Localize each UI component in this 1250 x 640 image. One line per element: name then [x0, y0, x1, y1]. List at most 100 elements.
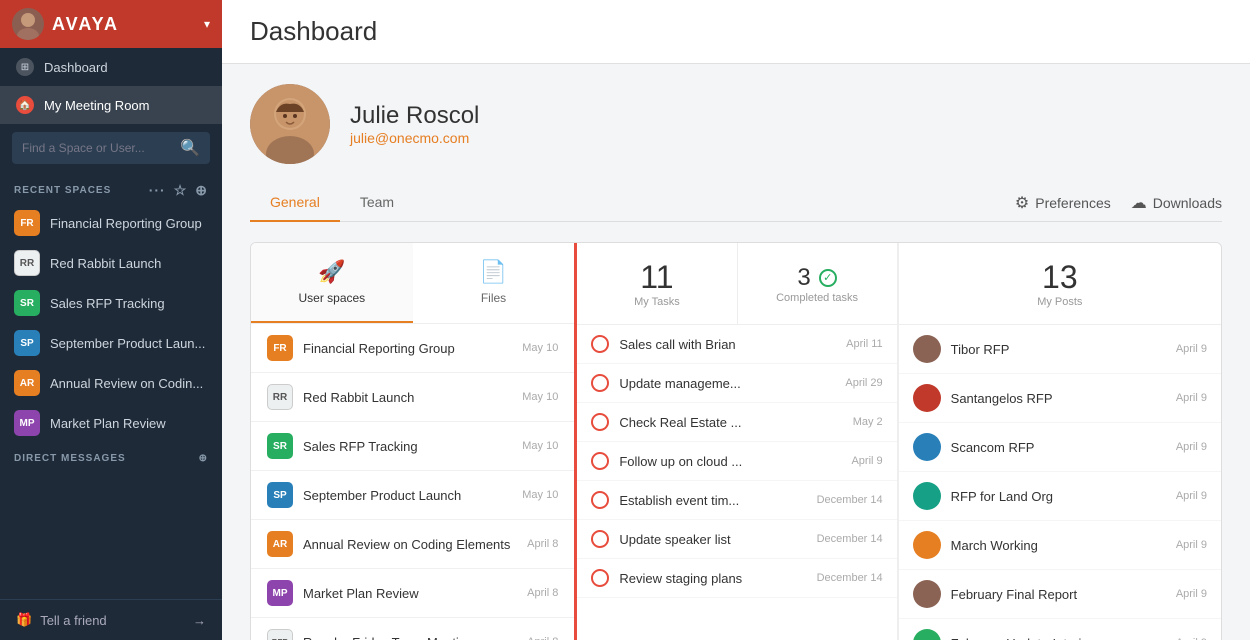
space-date: April 8 — [527, 587, 558, 599]
task-item[interactable]: Sales call with Brian April 11 — [577, 325, 896, 364]
task-checkbox[interactable] — [591, 530, 609, 548]
search-bar[interactable]: 🔍 — [12, 132, 210, 164]
task-item[interactable]: Check Real Estate ... May 2 — [577, 403, 896, 442]
meeting-room-icon: 🏠 — [16, 96, 34, 114]
user-spaces-tab[interactable]: 🚀 User spaces — [251, 243, 413, 323]
post-item[interactable]: Tibor RFP April 9 — [899, 325, 1221, 374]
space-name: Regular Friday Team Meeting — [303, 635, 473, 640]
task-date: December 14 — [817, 572, 883, 584]
list-item[interactable]: MP Market Plan Review April 8 — [251, 569, 574, 618]
list-item[interactable]: RR Red Rabbit Launch May 10 — [251, 373, 574, 422]
more-icon[interactable]: ··· — [149, 182, 166, 199]
task-item[interactable]: Review staging plans December 14 — [577, 559, 896, 598]
gear-icon: ⚙ — [1015, 193, 1029, 213]
sidebar-item-red-rabbit[interactable]: RR Red Rabbit Launch — [0, 243, 222, 283]
sidebar-item-financial-reporting[interactable]: FR Financial Reporting Group — [0, 203, 222, 243]
task-item[interactable]: Update manageme... April 29 — [577, 364, 896, 403]
post-avatar — [913, 580, 941, 608]
list-item[interactable]: SP September Product Launch May 10 — [251, 471, 574, 520]
search-input[interactable] — [22, 141, 174, 155]
downloads-button[interactable]: ☁ Downloads — [1131, 193, 1222, 213]
post-item[interactable]: Santangelos RFP April 9 — [899, 374, 1221, 423]
task-checkbox[interactable] — [591, 569, 609, 587]
task-name: Sales call with Brian — [619, 337, 836, 352]
completed-tasks-stat: 3 ✓ Completed tasks — [738, 243, 897, 324]
spaces-panel-header: 🚀 User spaces 📄 Files — [251, 243, 574, 324]
space-badge-mp: MP — [14, 410, 40, 436]
task-name: Update manageme... — [619, 376, 835, 391]
space-badge-fr: FR — [14, 210, 40, 236]
post-name: Santangelos RFP — [951, 391, 1166, 406]
post-avatar — [913, 482, 941, 510]
list-item[interactable]: SR Sales RFP Tracking May 10 — [251, 422, 574, 471]
space-label: Annual Review on Codin... — [50, 376, 203, 391]
task-checkbox[interactable] — [591, 491, 609, 509]
sidebar-item-dashboard[interactable]: ⊞ Dashboard — [0, 48, 222, 86]
tab-team[interactable]: Team — [340, 184, 414, 222]
space-label: Market Plan Review — [50, 416, 166, 431]
task-item[interactable]: Follow up on cloud ... April 9 — [577, 442, 896, 481]
task-name: Establish event tim... — [619, 493, 806, 508]
sidebar-item-september-product[interactable]: SP September Product Laun... — [0, 323, 222, 363]
post-item[interactable]: March Working April 9 — [899, 521, 1221, 570]
list-item[interactable]: FR Financial Reporting Group May 10 — [251, 324, 574, 373]
post-item[interactable]: RFP for Land Org April 9 — [899, 472, 1221, 521]
space-badge: SR — [267, 433, 293, 459]
files-tab[interactable]: 📄 Files — [413, 243, 575, 323]
task-date: April 29 — [845, 377, 882, 389]
tab-general[interactable]: General — [250, 184, 340, 222]
posts-label: My Posts — [1037, 296, 1082, 308]
post-item[interactable]: Scancom RFP April 9 — [899, 423, 1221, 472]
space-name: Sales RFP Tracking — [303, 439, 418, 454]
star-icon[interactable]: ☆ — [174, 182, 188, 199]
post-item[interactable]: February Update-Interim April 9 — [899, 619, 1221, 640]
post-date: April 9 — [1176, 343, 1207, 355]
task-name: Check Real Estate ... — [619, 415, 842, 430]
downloads-label: Downloads — [1153, 195, 1222, 211]
task-checkbox[interactable] — [591, 452, 609, 470]
space-date: May 10 — [522, 391, 558, 403]
list-item[interactable]: RFR Regular Friday Team Meeting April 8 — [251, 618, 574, 640]
tell-a-friend-button[interactable]: 🎁 Tell a friend → — [0, 599, 222, 640]
space-label: Sales RFP Tracking — [50, 296, 165, 311]
sidebar-item-market-plan[interactable]: MP Market Plan Review — [0, 403, 222, 443]
space-badge: MP — [267, 580, 293, 606]
list-item[interactable]: AR Annual Review on Coding Elements Apri… — [251, 520, 574, 569]
task-date: April 11 — [846, 338, 882, 350]
sidebar-item-annual-review[interactable]: AR Annual Review on Codin... — [0, 363, 222, 403]
sidebar-chevron-icon[interactable]: ▾ — [204, 17, 210, 31]
arrow-icon: → — [193, 613, 206, 628]
post-avatar — [913, 433, 941, 461]
dashboard-icon: ⊞ — [16, 58, 34, 76]
task-date: December 14 — [817, 533, 883, 545]
add-dm-icon[interactable]: ⊕ — [199, 453, 208, 464]
space-label: Red Rabbit Launch — [50, 256, 161, 271]
post-name: RFP for Land Org — [951, 489, 1166, 504]
space-date: May 10 — [522, 440, 558, 452]
task-item[interactable]: Update speaker list December 14 — [577, 520, 896, 559]
file-icon: 📄 — [480, 259, 507, 285]
task-checkbox[interactable] — [591, 335, 609, 353]
post-date: April 9 — [1176, 588, 1207, 600]
task-date: December 14 — [817, 494, 883, 506]
space-name: Market Plan Review — [303, 586, 419, 601]
user-avatar[interactable] — [12, 8, 44, 40]
space-label: September Product Laun... — [50, 336, 205, 351]
task-checkbox[interactable] — [591, 413, 609, 431]
space-date: May 10 — [522, 489, 558, 501]
posts-count: 13 — [1042, 259, 1078, 296]
my-tasks-label: My Tasks — [634, 296, 680, 308]
task-checkbox[interactable] — [591, 374, 609, 392]
post-item[interactable]: February Final Report April 9 — [899, 570, 1221, 619]
add-space-icon[interactable]: ⊕ — [195, 182, 208, 199]
preferences-button[interactable]: ⚙ Preferences — [1015, 193, 1111, 213]
post-avatar — [913, 531, 941, 559]
task-item[interactable]: Establish event tim... December 14 — [577, 481, 896, 520]
sidebar-item-sales-rfp[interactable]: SR Sales RFP Tracking — [0, 283, 222, 323]
space-badge-ar: AR — [14, 370, 40, 396]
posts-header: 13 My Posts — [899, 243, 1221, 325]
task-date: April 9 — [851, 455, 882, 467]
task-name: Review staging plans — [619, 571, 806, 586]
profile-avatar — [250, 84, 330, 164]
sidebar-item-my-meeting-room[interactable]: 🏠 My Meeting Room — [0, 86, 222, 124]
